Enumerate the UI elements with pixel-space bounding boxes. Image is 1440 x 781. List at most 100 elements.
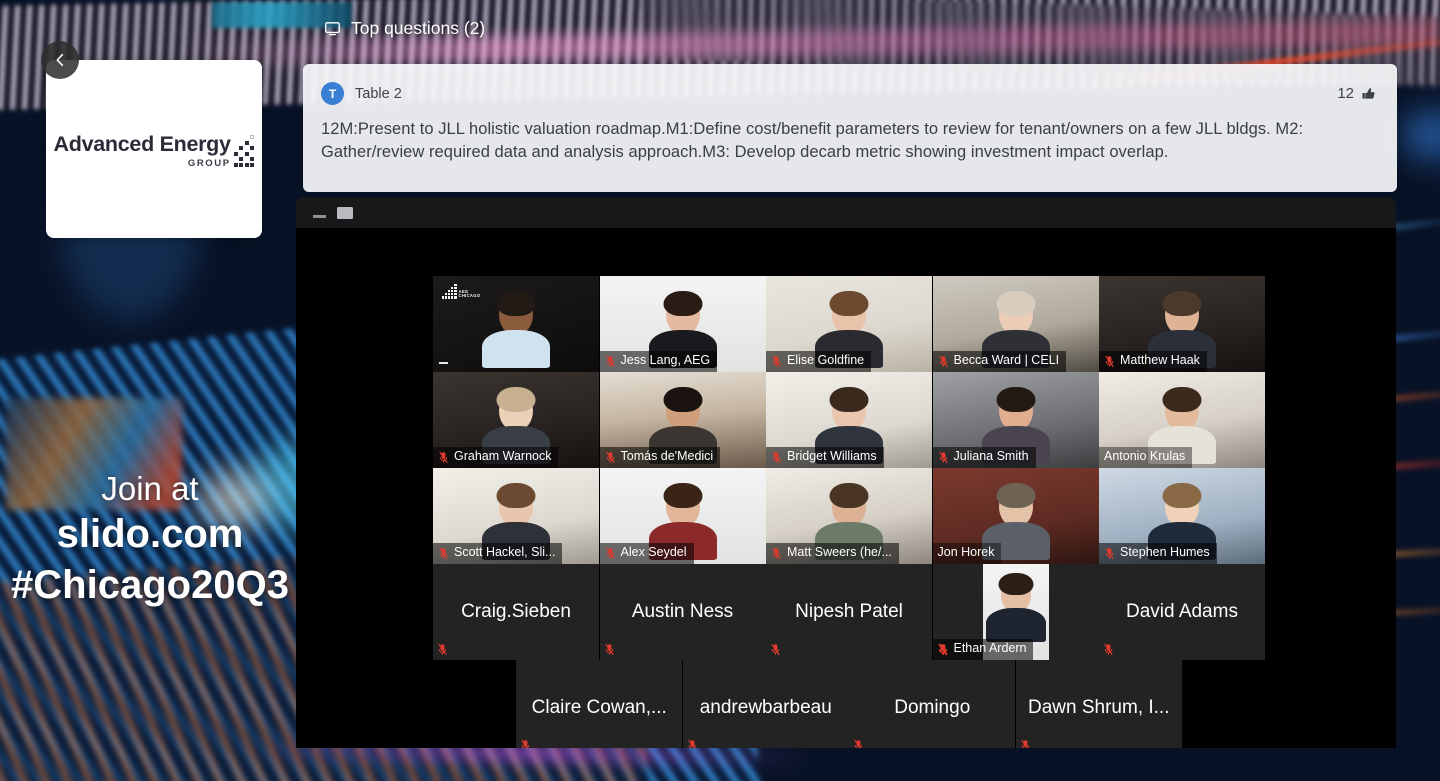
participant-name-tag: Jess Lang, AEG xyxy=(599,351,718,372)
participant-name-tag: Matthew Haak xyxy=(1099,351,1207,372)
top-questions-header: Top questions (2) xyxy=(324,18,485,39)
participant-tile[interactable]: Juliana Smith xyxy=(932,372,1099,468)
participant-name-large: Nipesh Patel xyxy=(795,601,903,622)
tile-indicator xyxy=(439,362,448,364)
participant-tile[interactable]: Elise Goldfine xyxy=(766,276,932,372)
aeg-chicago-logo-icon: AEG CHICAGO xyxy=(442,284,480,299)
screen: Advanced Energy GROUP Join at slido.com … xyxy=(0,0,1440,781)
mic-muted-icon xyxy=(438,643,447,656)
participant-name-tag: Ethan Ardern xyxy=(932,639,1034,660)
participant-name: Bridget Williams xyxy=(787,449,877,464)
participant-name-tag: Tomás de'Medici xyxy=(599,447,721,468)
avatar: T xyxy=(321,82,344,105)
participant-name-large: Craig.Sieben xyxy=(461,601,571,622)
participant-name: Stephen Humes xyxy=(1120,545,1210,560)
participant-tile[interactable]: Tomás de'Medici xyxy=(599,372,766,468)
minimize-icon[interactable] xyxy=(312,206,326,220)
screen-share-icon xyxy=(325,22,340,36)
participant-tile[interactable]: Matt Sweers (he/... xyxy=(766,468,932,564)
participant-tile[interactable]: Craig.Sieben xyxy=(433,564,599,660)
participant-grid: AEG CHICAGO Jess Lang, AEG Elise Goldfine Be… xyxy=(296,228,1396,748)
question-card-header: T Table 2 12 xyxy=(321,82,1377,105)
participant-name-large: Domingo xyxy=(894,697,971,718)
thumbs-up-icon xyxy=(1362,87,1375,99)
mic-muted-icon xyxy=(605,451,615,463)
participant-tile[interactable]: AEG CHICAGO xyxy=(433,276,599,372)
participant-tile[interactable]: Bridget Williams xyxy=(766,372,932,468)
participant-name-tag: Scott Hackel, Sli... xyxy=(433,543,563,564)
grid-view-icon[interactable] xyxy=(391,204,409,222)
logo-sub-text: GROUP xyxy=(187,157,231,169)
vote-count: 12 xyxy=(1337,85,1354,102)
participant-name-tag: Elise Goldfine xyxy=(766,351,872,372)
participant-name-tag: Bridget Williams xyxy=(766,447,884,468)
mic-muted-icon xyxy=(937,643,947,656)
participant-tile[interactable]: Austin Ness xyxy=(599,564,766,660)
participant-name: Tomás de'Medici xyxy=(620,449,714,464)
logo-dots-icon xyxy=(233,135,255,167)
sponsor-logo-card: Advanced Energy GROUP xyxy=(46,60,262,238)
zoom-meeting-window: AEG CHICAGO Jess Lang, AEG Elise Goldfine Be… xyxy=(296,197,1396,748)
participant-tile[interactable]: Dawn Shrum, I... xyxy=(1015,660,1182,748)
participant-tile[interactable]: Alex Seydel xyxy=(599,468,766,564)
participant-tile[interactable]: Stephen Humes xyxy=(1099,468,1265,564)
participant-name: Matthew Haak xyxy=(1120,353,1200,368)
participant-name: Scott Hackel, Sli... xyxy=(454,545,556,560)
top-questions-label: Top questions (2) xyxy=(351,18,486,38)
chevron-left-icon xyxy=(56,53,64,67)
participant-name-tag: Jon Horek xyxy=(932,543,1002,564)
participant-tile[interactable]: Claire Cowan,... xyxy=(516,660,683,748)
participant-name-tag: Becca Ward | CELI xyxy=(932,351,1067,372)
participant-name: Matt Sweers (he/... xyxy=(787,545,892,560)
mic-muted-icon xyxy=(687,739,697,748)
participant-name: Elise Goldfine xyxy=(787,353,865,368)
participant-name-large: andrewbarbeau xyxy=(699,697,832,718)
split-view-icon[interactable] xyxy=(364,206,380,219)
participant-name-large: Austin Ness xyxy=(631,601,734,622)
mic-muted-icon xyxy=(771,643,780,656)
mic-muted-icon xyxy=(521,739,530,748)
back-button[interactable] xyxy=(41,41,79,79)
participant-tile[interactable]: Scott Hackel, Sli... xyxy=(433,468,599,564)
participant-tile[interactable]: Jess Lang, AEG xyxy=(599,276,766,372)
participant-tile[interactable]: Becca Ward | CELI xyxy=(932,276,1099,372)
mic-muted-icon xyxy=(439,451,448,463)
question-text: 12M:Present to JLL holistic valuation ro… xyxy=(321,120,1304,162)
mic-muted-icon xyxy=(772,547,781,559)
vote-counter[interactable]: 12 xyxy=(1337,85,1377,102)
participant-name: Jon Horek xyxy=(937,545,995,560)
participant-name: Antonio Krulas xyxy=(1104,449,1186,464)
question-author: Table 2 xyxy=(355,85,402,102)
slido-event-code: #Chicago20Q3 xyxy=(11,563,289,608)
participant-tile[interactable]: Graham Warnock xyxy=(433,372,599,468)
participant-name-tag: Stephen Humes xyxy=(1099,543,1217,564)
logo-main-text: Advanced Energy xyxy=(53,132,231,156)
participant-name: Juliana Smith xyxy=(953,449,1029,464)
participant-name-large: Claire Cowan,... xyxy=(531,697,667,718)
mic-muted-icon xyxy=(772,355,781,367)
mic-muted-icon xyxy=(605,355,615,367)
mic-muted-icon xyxy=(1020,739,1030,748)
participant-tile[interactable]: Antonio Krulas xyxy=(1099,372,1265,468)
participant-tile[interactable]: Nipesh Patel xyxy=(766,564,932,660)
participant-tile[interactable]: Matthew Haak xyxy=(1099,276,1265,372)
mic-muted-icon xyxy=(772,451,781,463)
participant-tile[interactable]: David Adams xyxy=(1099,564,1265,660)
mic-muted-icon xyxy=(1105,547,1114,559)
participant-name-tag: Alex Seydel xyxy=(599,543,694,564)
participant-name-large: David Adams xyxy=(1126,601,1238,622)
slido-url: slido.com xyxy=(56,511,244,556)
mic-muted-icon xyxy=(604,643,614,656)
participant-tile[interactable]: Ethan ArdernEthan Ardern xyxy=(932,564,1099,660)
participant-tile[interactable]: andrewbarbeau xyxy=(682,660,849,748)
mic-muted-icon xyxy=(605,547,615,559)
zoom-view-toolbar xyxy=(296,197,1396,228)
participant-name: Graham Warnock xyxy=(454,449,552,464)
single-view-icon[interactable] xyxy=(337,206,353,219)
join-at-label: Join at xyxy=(101,470,199,507)
participant-name-tag: Antonio Krulas xyxy=(1099,447,1193,468)
participant-tile[interactable]: Jon Horek xyxy=(932,468,1099,564)
question-card[interactable]: T Table 2 12 12M:Present to JLL holistic… xyxy=(303,64,1397,192)
participant-name: Ethan Ardern xyxy=(953,641,1027,656)
participant-tile[interactable]: Domingo xyxy=(849,660,1016,748)
